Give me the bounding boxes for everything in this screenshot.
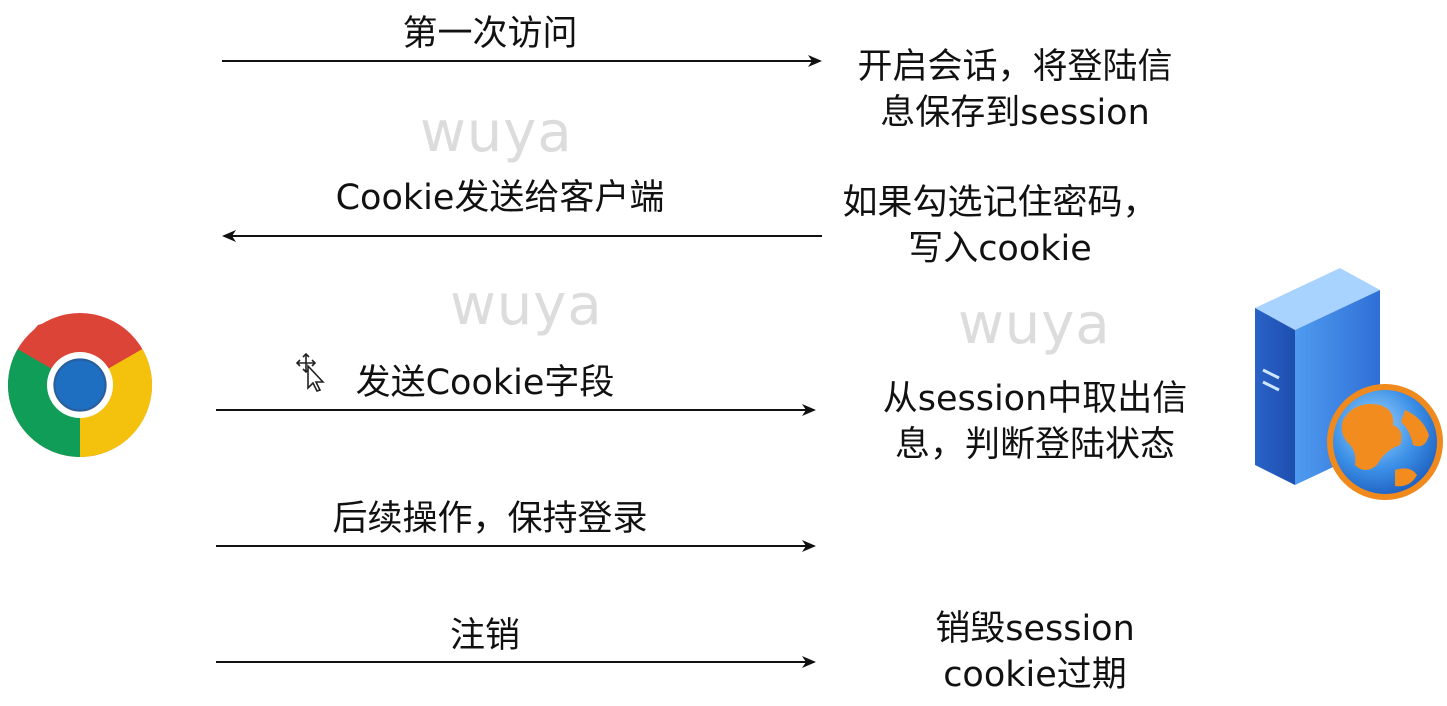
chrome-browser-icon xyxy=(7,313,153,458)
message-label: 发送Cookie字段 xyxy=(355,363,615,403)
server-note: 开启会话，将登陆信 息保存到session xyxy=(825,44,1205,136)
server-note-line: 如果勾选记住密码， xyxy=(842,183,1158,223)
message-label: 第一次访问 xyxy=(402,14,578,54)
message-label: 注销 xyxy=(449,616,520,656)
server-note-line: 开启会话，将登陆信 xyxy=(857,47,1173,87)
move-cursor-icon xyxy=(295,352,325,392)
server-note: 如果勾选记住密码， 写入cookie xyxy=(810,180,1190,272)
server-note-line: 息，判断登陆状态 xyxy=(894,425,1175,465)
arrows-layer xyxy=(216,55,822,668)
server-note-line: 写入cookie xyxy=(908,229,1092,269)
message-label: Cookie发送给客户端 xyxy=(335,178,665,218)
server-note: 从session中取出信 息，判断登陆状态 xyxy=(845,376,1225,468)
server-note-line: 息保存到session xyxy=(880,93,1150,133)
server-note-line: 从session中取出信 xyxy=(882,379,1188,419)
server-note-line: cookie过期 xyxy=(943,655,1127,695)
message-label: 后续操作，保持登录 xyxy=(332,499,648,539)
server-note-line: 销毁session xyxy=(935,609,1135,649)
server-note: 销毁session cookie过期 xyxy=(885,606,1185,698)
server-globe-icon xyxy=(1255,268,1443,500)
